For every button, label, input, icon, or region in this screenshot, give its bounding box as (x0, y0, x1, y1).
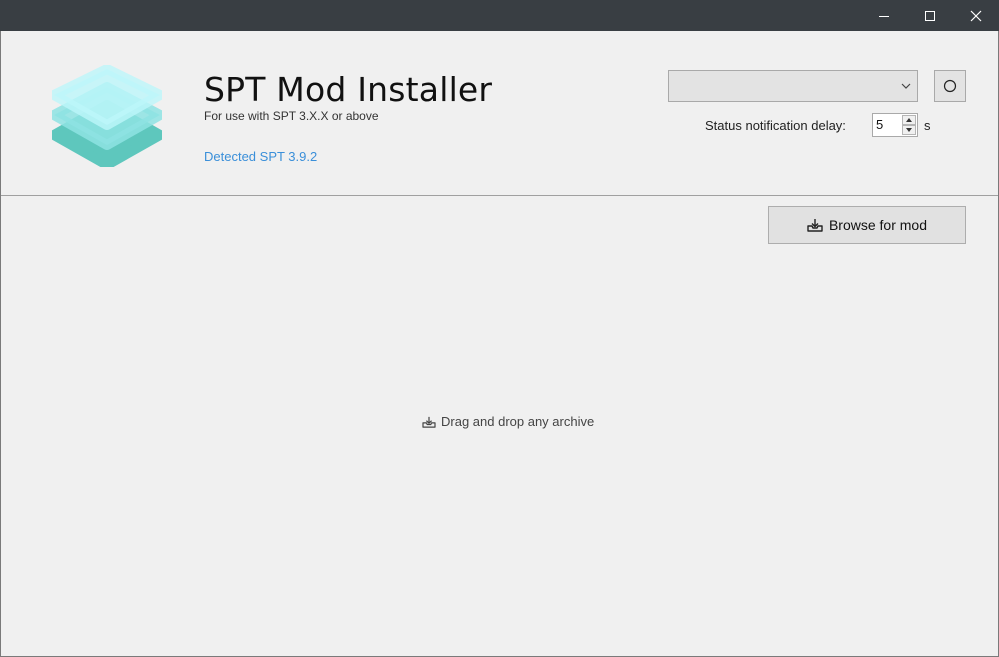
detected-version-link[interactable]: Detected SPT 3.9.2 (204, 149, 317, 164)
chevron-up-icon (906, 118, 912, 122)
delay-unit: s (924, 118, 931, 133)
layers-logo-icon (52, 65, 162, 167)
profile-select[interactable] (668, 70, 918, 102)
browse-for-mod-button[interactable]: Browse for mod (768, 206, 966, 244)
minimize-button[interactable] (861, 0, 907, 31)
install-tray-icon (807, 219, 823, 232)
stepper-down-button[interactable] (902, 125, 916, 135)
drop-hint: Drag and drop any archive (422, 414, 594, 429)
drop-hint-label: Drag and drop any archive (441, 414, 595, 429)
circle-icon (943, 79, 957, 93)
stepper-up-button[interactable] (902, 115, 916, 125)
title-bar (0, 0, 999, 31)
chevron-down-icon (906, 128, 912, 132)
app-title: SPT Mod Installer (204, 70, 493, 109)
maximize-icon (925, 10, 935, 21)
install-tray-icon (422, 416, 436, 428)
close-icon (970, 10, 982, 21)
minimize-icon (879, 15, 889, 17)
refresh-button[interactable] (934, 70, 966, 102)
delay-value[interactable]: 5 (876, 117, 883, 132)
browse-label: Browse for mod (828, 217, 928, 233)
app-subtitle: For use with SPT 3.X.X or above (204, 109, 379, 123)
maximize-button[interactable] (907, 0, 953, 31)
delay-label: Status notification delay: (705, 118, 846, 133)
close-button[interactable] (953, 0, 999, 31)
delay-stepper[interactable]: 5 (872, 113, 918, 137)
chevron-down-icon (901, 83, 911, 89)
